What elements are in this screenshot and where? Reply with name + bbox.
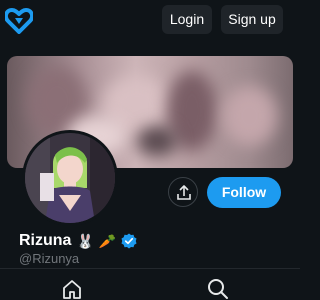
share-icon: [177, 185, 191, 200]
profile-handle: @Rizunya: [19, 251, 80, 266]
rabbit-emoji: 🐰: [76, 233, 94, 249]
verified-badge-icon: [121, 233, 137, 249]
bottom-nav: [0, 269, 300, 300]
display-name-row: Rizuna 🐰 🥕: [19, 231, 137, 251]
top-bar: Login Sign up: [0, 0, 300, 44]
display-name: Rizuna: [19, 232, 72, 249]
profile-avatar[interactable]: [22, 130, 118, 226]
heart-logo-icon[interactable]: [5, 8, 33, 34]
carrot-emoji: 🥕: [98, 233, 117, 249]
home-icon[interactable]: [62, 279, 82, 299]
search-icon[interactable]: [207, 278, 229, 300]
login-button[interactable]: Login: [162, 5, 212, 34]
avatar-image: [25, 133, 115, 223]
share-button[interactable]: [168, 177, 198, 207]
signup-button[interactable]: Sign up: [221, 5, 283, 34]
follow-button[interactable]: Follow: [207, 177, 281, 208]
